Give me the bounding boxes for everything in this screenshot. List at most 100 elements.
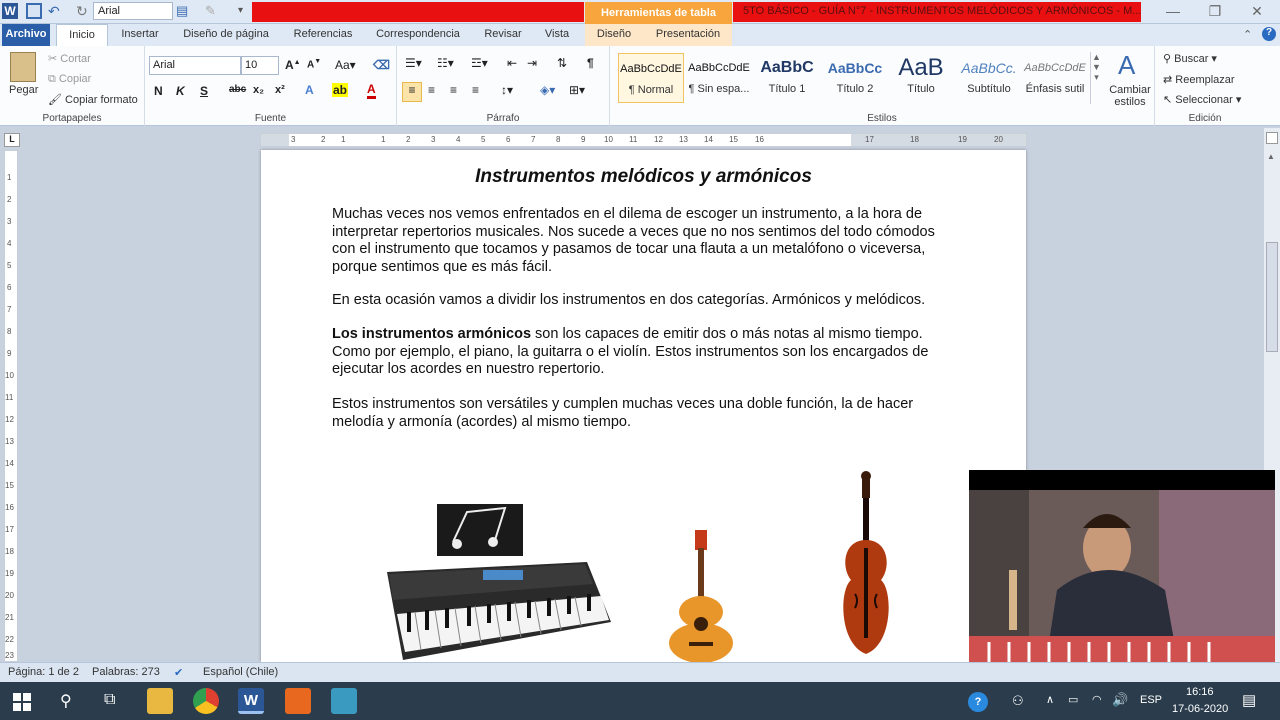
ruler-toggle-icon[interactable] bbox=[1266, 132, 1278, 144]
style-title[interactable]: AaB Título bbox=[888, 53, 954, 103]
scroll-up-icon[interactable]: ▲ bbox=[1267, 152, 1275, 161]
italic-button[interactable]: K bbox=[176, 84, 185, 98]
horizontal-ruler[interactable]: 3 2 1 1 2 3 4 5 6 7 8 9 10 11 12 13 14 1… bbox=[260, 133, 1027, 147]
bold-button[interactable]: N bbox=[154, 84, 163, 98]
guitar-image[interactable] bbox=[665, 528, 735, 662]
clock-time[interactable]: 16:16 bbox=[1186, 686, 1214, 698]
font-size-select[interactable]: 10 bbox=[241, 56, 279, 75]
style-normal[interactable]: AaBbCcDdE ¶ Normal bbox=[618, 53, 684, 103]
paste-icon[interactable] bbox=[10, 52, 36, 82]
qat-font-box[interactable]: Arial bbox=[93, 2, 173, 20]
align-right-button[interactable]: ≡ bbox=[450, 83, 457, 97]
tab-selector[interactable]: L bbox=[4, 133, 20, 147]
tab-diseno[interactable]: Diseño bbox=[592, 24, 636, 46]
font-name-select[interactable]: Arial bbox=[149, 56, 241, 75]
change-styles-icon[interactable]: A bbox=[1118, 50, 1135, 81]
minimize-icon[interactable]: — bbox=[1158, 3, 1188, 21]
styles-scroll-icon[interactable]: ▲ ▼ ▾ bbox=[1090, 52, 1102, 104]
find-button[interactable]: ⚲ Buscar ▾ bbox=[1163, 52, 1217, 65]
style-heading-1[interactable]: AaBbC Título 1 bbox=[754, 53, 820, 103]
style-no-spacing[interactable]: AaBbCcDdE ¶ Sin espa... bbox=[686, 53, 752, 103]
borders-icon[interactable]: ⊞▾ bbox=[569, 83, 585, 97]
align-left-button[interactable]: ≡ bbox=[402, 82, 422, 102]
clock-date[interactable]: 17-06-2020 bbox=[1172, 703, 1228, 715]
style-subtitle[interactable]: AaBbCc. Subtítulo bbox=[956, 53, 1022, 103]
restore-icon[interactable]: ❐ bbox=[1200, 3, 1230, 21]
page-count[interactable]: Página: 1 de 2 bbox=[8, 666, 79, 678]
close-icon[interactable]: ✕ bbox=[1242, 3, 1272, 21]
style-heading-2[interactable]: AaBbCc Título 2 bbox=[822, 53, 888, 103]
file-explorer-icon[interactable] bbox=[147, 688, 173, 714]
screen-recorder-icon[interactable] bbox=[331, 688, 357, 714]
word-taskbar-icon[interactable]: W bbox=[238, 688, 264, 714]
save-icon[interactable] bbox=[26, 3, 42, 19]
undo-icon[interactable]: ↶ bbox=[48, 3, 64, 19]
help-icon[interactable]: ? bbox=[1262, 27, 1276, 41]
shrink-font-icon[interactable]: A▼ bbox=[307, 58, 321, 70]
volume-icon[interactable]: 🔊 bbox=[1112, 692, 1128, 708]
ribbon-collapse-icon[interactable]: ⌃ bbox=[1243, 28, 1252, 41]
bullets-icon[interactable]: ☰▾ bbox=[405, 56, 422, 70]
tab-diseno-pagina[interactable]: Diseño de página bbox=[172, 24, 280, 46]
change-case-icon[interactable]: Aa▾ bbox=[335, 58, 356, 72]
tab-revisar[interactable]: Revisar bbox=[476, 24, 530, 46]
cut-button[interactable]: ✂ Cortar bbox=[48, 52, 91, 65]
text-effects-icon[interactable]: A bbox=[305, 83, 314, 97]
copy-button[interactable]: ⧉ Copiar bbox=[48, 73, 91, 86]
select-button[interactable]: ↖ Seleccionar ▾ bbox=[1163, 93, 1241, 106]
chevron-up-icon[interactable]: ∧ bbox=[1046, 693, 1054, 706]
language-indicator[interactable]: ESP bbox=[1140, 694, 1162, 706]
help-tray-icon[interactable]: ? bbox=[968, 692, 988, 712]
increase-indent-icon[interactable]: ⇥ bbox=[527, 56, 537, 70]
tab-presentacion[interactable]: Presentación bbox=[648, 24, 728, 46]
format-painter-button[interactable]: 🖌 Copiar formato bbox=[48, 93, 138, 106]
task-view-icon[interactable]: ⧉ bbox=[104, 691, 115, 709]
tab-referencias[interactable]: Referencias bbox=[286, 24, 360, 46]
tab-inicio[interactable]: Inicio bbox=[56, 24, 108, 47]
superscript-button[interactable]: x² bbox=[275, 84, 285, 96]
tab-correspondencia[interactable]: Correspondencia bbox=[366, 24, 470, 46]
tab-insertar[interactable]: Insertar bbox=[114, 24, 166, 46]
people-icon[interactable]: ⚇ bbox=[1012, 693, 1024, 709]
keyboard-image[interactable] bbox=[375, 502, 613, 662]
language-status[interactable]: Español (Chile) bbox=[203, 666, 278, 678]
paste-button[interactable]: Pegar bbox=[9, 84, 38, 96]
underline-button[interactable]: S bbox=[200, 84, 208, 98]
strikethrough-button[interactable]: abc bbox=[229, 84, 246, 95]
highlight-icon[interactable]: ab bbox=[332, 83, 349, 97]
tab-archivo[interactable]: Archivo bbox=[2, 24, 50, 46]
painter-icon[interactable]: ✎ bbox=[205, 3, 221, 19]
document-page[interactable]: Instrumentos melódicos y armónicos Mucha… bbox=[261, 150, 1026, 662]
font-color-icon[interactable]: A bbox=[367, 83, 376, 99]
clear-format-icon[interactable]: ⌫ bbox=[373, 58, 390, 72]
wifi-icon[interactable]: ◠ bbox=[1092, 693, 1102, 706]
subscript-button[interactable]: x₂ bbox=[253, 84, 264, 96]
tab-vista[interactable]: Vista bbox=[536, 24, 578, 46]
sort-icon[interactable]: ⇅ bbox=[557, 56, 567, 70]
search-icon[interactable]: ⚲ bbox=[60, 691, 72, 711]
format-icon[interactable]: ▤ bbox=[176, 3, 192, 19]
grow-font-icon[interactable]: A▲ bbox=[285, 58, 301, 72]
scrollbar-thumb[interactable] bbox=[1266, 242, 1278, 352]
violin-image[interactable] bbox=[835, 468, 895, 662]
align-center-button[interactable]: ≡ bbox=[428, 83, 435, 97]
line-spacing-icon[interactable]: ↕▾ bbox=[501, 83, 513, 97]
decrease-indent-icon[interactable]: ⇤ bbox=[507, 56, 517, 70]
word-app-icon[interactable]: W bbox=[2, 3, 18, 19]
show-marks-icon[interactable]: ¶ bbox=[587, 56, 594, 70]
word-count[interactable]: Palabras: 273 bbox=[92, 666, 160, 678]
redo-icon[interactable]: ↻ bbox=[76, 3, 92, 19]
audio-app-icon[interactable] bbox=[285, 688, 311, 714]
proofing-icon[interactable]: ✔ bbox=[174, 666, 183, 679]
multilevel-list-icon[interactable]: ☲▾ bbox=[471, 56, 488, 70]
notifications-icon[interactable]: ▤ bbox=[1242, 691, 1256, 709]
change-styles-button[interactable]: Cambiar estilos bbox=[1108, 84, 1152, 108]
style-subtle-emphasis[interactable]: AaBbCcDdE Énfasis sutil bbox=[1022, 53, 1088, 103]
replace-button[interactable]: ⇄ Reemplazar bbox=[1163, 73, 1235, 86]
windows-start-icon[interactable] bbox=[13, 693, 31, 711]
justify-button[interactable]: ≡ bbox=[472, 83, 479, 97]
numbering-icon[interactable]: ☷▾ bbox=[437, 56, 454, 70]
vertical-ruler[interactable]: 1 2 3 4 5 6 7 8 9 10 11 12 13 14 15 16 1… bbox=[4, 150, 18, 662]
chrome-icon[interactable] bbox=[193, 688, 219, 714]
shading-icon[interactable]: ◈▾ bbox=[540, 83, 555, 97]
